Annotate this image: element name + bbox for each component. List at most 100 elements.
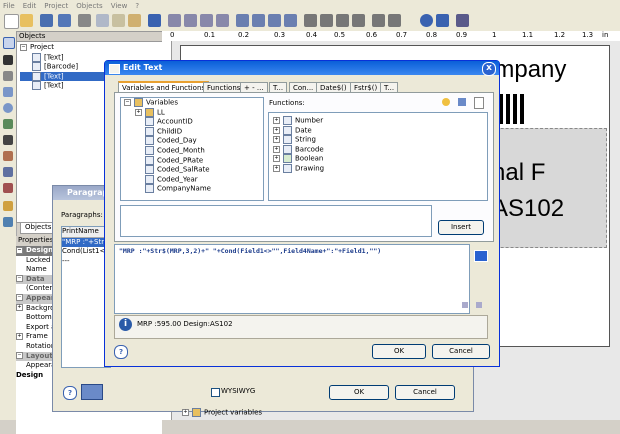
close-icon[interactable]: x (482, 62, 496, 76)
zoom-out-icon[interactable] (200, 14, 213, 27)
function-category[interactable]: + Barcode (273, 144, 483, 155)
align-left-icon[interactable] (304, 14, 317, 27)
paragraph-ok-button[interactable]: OK (329, 385, 389, 400)
text-variable-icon (145, 145, 154, 155)
functions-tree[interactable]: + Number + Date + String + Barcode + Boolean … (268, 112, 488, 201)
tree-item-variable[interactable]: AccountID (121, 117, 263, 127)
rectangle-tool-icon[interactable] (3, 87, 13, 97)
tree-item-variable[interactable]: Coded_Day (121, 136, 263, 146)
undo-icon[interactable] (148, 14, 161, 27)
menu-help[interactable]: ? (135, 2, 139, 10)
drawing-function-icon (283, 163, 292, 173)
print-preview-icon[interactable] (436, 14, 449, 27)
save-icon[interactable] (40, 14, 53, 27)
edit-text-cancel-button[interactable]: Cancel (432, 344, 490, 359)
ruler-label: 0.2 (238, 31, 250, 39)
help-icon[interactable]: ? (63, 386, 77, 400)
text-variable-icon (145, 165, 154, 175)
undo-small-icon[interactable] (462, 302, 468, 308)
cut-icon[interactable] (96, 14, 109, 27)
list-item[interactable]: --- (62, 257, 110, 267)
distribute-icon[interactable] (372, 14, 385, 27)
paste-icon[interactable] (128, 14, 141, 27)
redo-small-icon[interactable] (476, 302, 482, 308)
tree-node-variables[interactable]: − Variables (121, 98, 263, 108)
ellipse-tool-icon[interactable] (3, 103, 13, 113)
formula-editor[interactable]: "MRP :"+Str$(MRP,3,2)+" "+Cond(Field1<>"… (114, 244, 470, 314)
list-item[interactable]: Cond(List1<"N (62, 247, 110, 257)
menu-edit[interactable]: Edit (23, 2, 37, 10)
picture-tool-icon[interactable] (3, 119, 13, 129)
menu-view[interactable]: View (111, 2, 128, 10)
ruler-label: 0.4 (306, 31, 318, 39)
insert-button[interactable]: Insert (438, 220, 484, 235)
result-text: MRP :595.00 Design:AS102 (137, 320, 233, 328)
function-category[interactable]: + Date (273, 125, 483, 136)
ruler-label: 0 (170, 31, 175, 39)
function-category[interactable]: + Number (273, 116, 483, 126)
tree-item-variable[interactable]: ChildID (121, 126, 263, 137)
formula-text[interactable]: "MRP :"+Str$(MRP,3,2)+" "+Cond(Field1<>"… (115, 245, 469, 257)
barcode-object[interactable] (499, 94, 527, 124)
align-top-icon[interactable] (352, 14, 365, 27)
open-icon[interactable] (20, 14, 33, 27)
select-tool-icon[interactable] (3, 37, 15, 49)
find-icon[interactable] (168, 14, 181, 27)
text-object-icon (32, 71, 41, 81)
tree-item-variable[interactable]: Coded_Month (121, 145, 263, 156)
zoom-fit-icon[interactable] (216, 14, 229, 27)
project-variables-node[interactable]: + Project variables (182, 408, 262, 417)
align-center-icon[interactable] (320, 14, 333, 27)
help-icon[interactable] (420, 14, 433, 27)
new-icon[interactable] (4, 14, 19, 29)
help-icon[interactable]: ? (114, 345, 128, 359)
function-category[interactable]: + Drawing (273, 163, 483, 174)
layer-up-icon[interactable] (236, 14, 249, 27)
tab-objects[interactable]: Objects (20, 222, 57, 234)
save-all-icon[interactable] (58, 14, 71, 27)
tree-node-ll[interactable]: + LL (121, 107, 263, 118)
barcode-tool-icon[interactable] (3, 135, 13, 145)
print-icon[interactable] (78, 14, 91, 27)
copy-icon[interactable] (112, 14, 125, 27)
checkbox-tool-icon[interactable] (3, 201, 13, 211)
ruler-label: 0.3 (274, 31, 286, 39)
function-category[interactable]: + Boolean (273, 154, 483, 164)
edit-text-ok-button[interactable]: OK (372, 344, 426, 359)
ruler-label: 0.5 (334, 31, 346, 39)
layout-icon[interactable] (81, 384, 103, 400)
menu-project[interactable]: Project (44, 2, 68, 10)
tree-item-variable[interactable]: Coded_Year (121, 174, 263, 185)
grid-icon[interactable] (388, 14, 401, 27)
lightbulb-icon[interactable] (442, 98, 450, 106)
chart-tool-icon[interactable] (3, 167, 13, 177)
number-function-icon (283, 116, 292, 125)
string-function-icon (283, 135, 292, 145)
variables-tree[interactable]: − Variables + LL AccountID ChildID Coded_D… (120, 97, 264, 201)
layer-down-icon[interactable] (252, 14, 265, 27)
menu-file[interactable]: File (3, 2, 15, 10)
function-category[interactable]: + String (273, 135, 483, 145)
objects-tree-root[interactable]: − Project (20, 43, 160, 53)
form-tool-icon[interactable] (3, 183, 13, 193)
insert-arrow-icon[interactable] (458, 98, 466, 106)
expand-editor-icon[interactable] (474, 250, 488, 262)
align-right-icon[interactable] (336, 14, 349, 27)
wysiwyg-checkbox[interactable] (211, 388, 220, 397)
ole-tool-icon[interactable] (3, 217, 13, 227)
document-icon[interactable] (474, 97, 484, 109)
layer-bottom-icon[interactable] (284, 14, 297, 27)
tree-item-variable[interactable]: CompanyName (121, 184, 263, 194)
options-icon[interactable] (456, 14, 469, 27)
text-variable-icon (145, 174, 154, 184)
tree-item-variable[interactable]: Coded_PRate (121, 155, 263, 166)
menu-objects[interactable]: Objects (76, 2, 102, 10)
text-tool-icon[interactable] (3, 55, 13, 65)
layer-top-icon[interactable] (268, 14, 281, 27)
paragraph-cancel-button[interactable]: Cancel (395, 385, 455, 400)
table-tool-icon[interactable] (3, 151, 13, 161)
zoom-icon[interactable] (184, 14, 197, 27)
tree-item-variable[interactable]: Coded_SalRate (121, 165, 263, 175)
list-item-selected[interactable]: "MRP :"+Str$(MRP (62, 237, 110, 248)
line-tool-icon[interactable] (3, 71, 13, 81)
